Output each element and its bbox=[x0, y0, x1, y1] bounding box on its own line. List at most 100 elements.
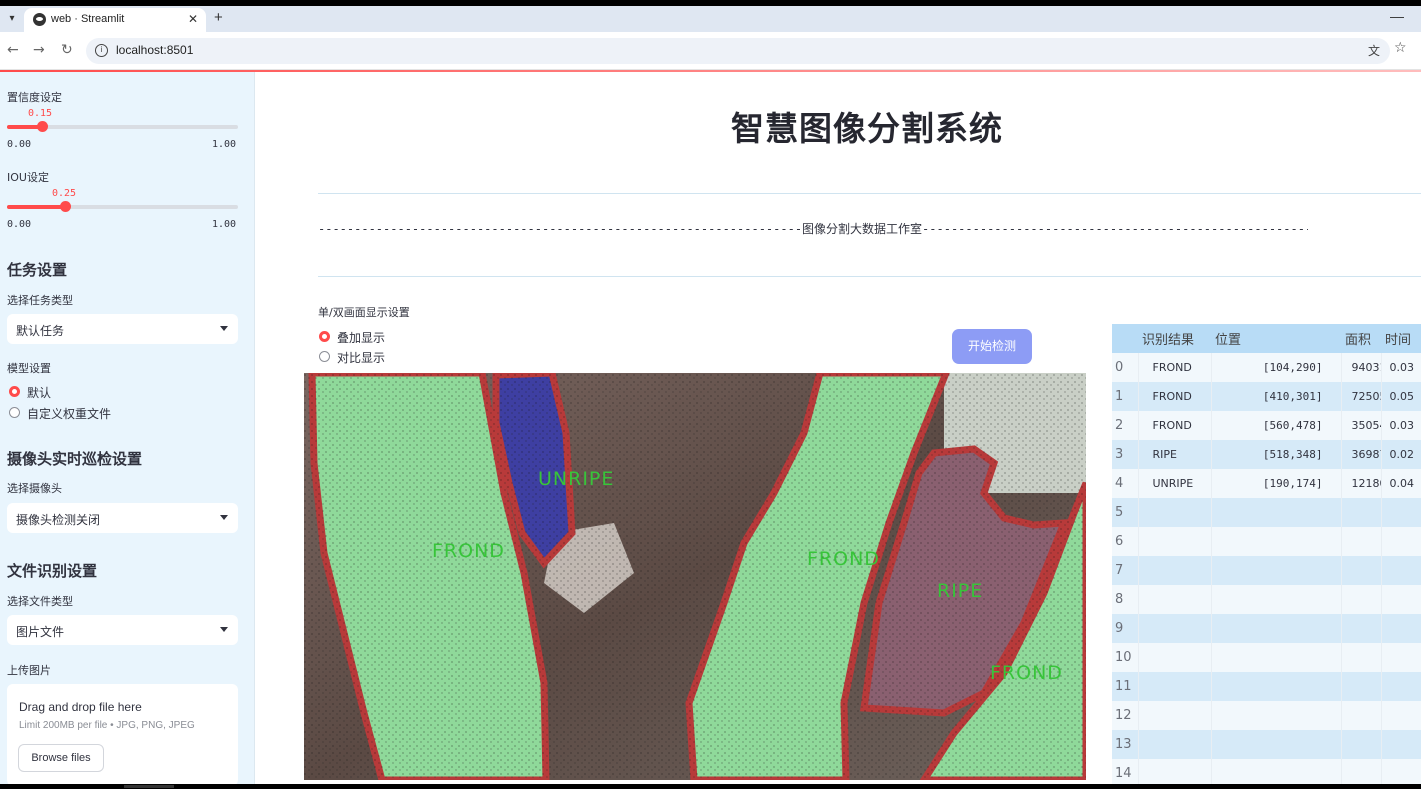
close-tab-icon[interactable]: ✕ bbox=[188, 12, 198, 26]
table-cell bbox=[1341, 498, 1382, 527]
table-cell bbox=[1138, 527, 1212, 556]
radio-unchecked-icon[interactable] bbox=[319, 351, 330, 362]
table-cell bbox=[1381, 498, 1421, 527]
table-row[interactable]: 11 bbox=[1112, 672, 1421, 701]
table-cell: 12180 bbox=[1341, 469, 1382, 498]
confidence-slider-thumb[interactable] bbox=[36, 121, 48, 132]
minimize-window-icon[interactable]: — bbox=[1390, 8, 1404, 24]
table-cell: 13 bbox=[1112, 730, 1139, 759]
table-row[interactable]: 10 bbox=[1112, 643, 1421, 672]
header-position[interactable]: 位置 bbox=[1211, 324, 1341, 353]
table-cell: 3 bbox=[1112, 440, 1139, 469]
url-text[interactable]: localhost:8501 bbox=[116, 43, 193, 57]
table-row[interactable]: 3RIPE[518,348]369870.02 bbox=[1112, 440, 1421, 469]
streamlit-favicon-icon bbox=[33, 13, 46, 26]
display-option-label: 对比显示 bbox=[337, 351, 386, 365]
upload-label: 上传图片 bbox=[7, 664, 51, 677]
table-row[interactable]: 9 bbox=[1112, 614, 1421, 643]
table-cell bbox=[1138, 730, 1212, 759]
browser-window: ▾ web · Streamlit ✕ + — ← → ↻ i localhos… bbox=[0, 6, 1421, 784]
results-table[interactable]: 识别结果 位置 面积 时间 0FROND[104,290]940310.031F… bbox=[1112, 324, 1421, 784]
iou-value: 0.25 bbox=[52, 188, 77, 199]
table-row[interactable]: 12 bbox=[1112, 701, 1421, 730]
browser-tab[interactable]: web · Streamlit ✕ bbox=[24, 8, 206, 32]
camera-select[interactable]: 摄像头检测关闭 bbox=[7, 503, 238, 533]
task-type-value: 默认任务 bbox=[16, 324, 65, 338]
table-cell: UNRIPE bbox=[1138, 469, 1212, 498]
header-area[interactable]: 面积 bbox=[1341, 324, 1381, 353]
taskbar-segment bbox=[124, 785, 174, 788]
table-cell: FROND bbox=[1138, 353, 1212, 382]
site-info-icon[interactable]: i bbox=[95, 44, 108, 57]
taskbar-strip bbox=[0, 784, 1421, 789]
table-cell: 0.05 bbox=[1381, 382, 1421, 411]
table-header-row: 识别结果 位置 面积 时间 bbox=[1112, 324, 1421, 353]
confidence-slider[interactable] bbox=[7, 121, 238, 132]
radio-unchecked-icon[interactable] bbox=[9, 407, 20, 418]
table-row[interactable]: 1FROND[410,301]725050.05 bbox=[1112, 382, 1421, 411]
table-cell bbox=[1138, 614, 1212, 643]
header-time[interactable]: 时间 bbox=[1381, 324, 1421, 353]
studio-banner: ----------------------------------------… bbox=[318, 222, 1308, 236]
table-cell: 0 bbox=[1112, 353, 1139, 382]
bookmark-star-icon[interactable]: ☆ bbox=[1394, 40, 1407, 56]
tab-bar: ▾ web · Streamlit ✕ + — bbox=[0, 6, 1421, 32]
table-cell bbox=[1138, 672, 1212, 701]
header-result[interactable]: 识别结果 bbox=[1138, 324, 1211, 353]
table-row[interactable]: 14 bbox=[1112, 759, 1421, 784]
table-row[interactable]: 5 bbox=[1112, 498, 1421, 527]
forward-icon[interactable]: → bbox=[33, 42, 45, 58]
reload-icon[interactable]: ↻ bbox=[61, 42, 73, 58]
page-title: 智慧图像分割系统 bbox=[731, 109, 1003, 148]
tab-search-icon[interactable]: ▾ bbox=[4, 11, 20, 27]
table-body: 0FROND[104,290]940310.031FROND[410,301]7… bbox=[1112, 353, 1421, 784]
start-detection-button[interactable]: 开始检测 bbox=[952, 329, 1032, 364]
new-tab-icon[interactable]: + bbox=[214, 9, 223, 26]
table-row[interactable]: 6 bbox=[1112, 527, 1421, 556]
table-cell bbox=[1381, 527, 1421, 556]
table-cell bbox=[1381, 585, 1421, 614]
confidence-label: 置信度设定 bbox=[7, 91, 62, 104]
iou-slider-thumb[interactable] bbox=[59, 201, 71, 212]
table-cell: 2 bbox=[1112, 411, 1139, 440]
table-cell: 10 bbox=[1112, 643, 1139, 672]
table-cell: 0.04 bbox=[1381, 469, 1421, 498]
table-cell: [190,174] bbox=[1211, 469, 1342, 498]
table-cell bbox=[1211, 672, 1342, 701]
table-cell bbox=[1211, 527, 1342, 556]
table-row[interactable]: 4UNRIPE[190,174]121800.04 bbox=[1112, 469, 1421, 498]
browse-files-button[interactable]: Browse files bbox=[18, 744, 104, 772]
file-dropzone[interactable]: Drag and drop file here Limit 200MB per … bbox=[7, 684, 238, 784]
table-cell bbox=[1341, 730, 1382, 759]
table-cell bbox=[1138, 556, 1212, 585]
table-cell: 8 bbox=[1112, 585, 1139, 614]
table-row[interactable]: 2FROND[560,478]350540.03 bbox=[1112, 411, 1421, 440]
table-cell bbox=[1341, 585, 1382, 614]
label-ripe: RIPE bbox=[937, 580, 983, 602]
table-cell bbox=[1381, 730, 1421, 759]
file-type-select[interactable]: 图片文件 bbox=[7, 615, 238, 645]
header-index[interactable] bbox=[1112, 324, 1138, 353]
translate-icon[interactable]: 文 bbox=[1368, 42, 1380, 59]
back-icon[interactable]: ← bbox=[7, 42, 19, 58]
chevron-down-icon bbox=[220, 326, 228, 331]
table-row[interactable]: 0FROND[104,290]940310.03 bbox=[1112, 353, 1421, 382]
radio-checked-icon[interactable] bbox=[319, 331, 330, 342]
url-field[interactable]: i localhost:8501 bbox=[86, 38, 1390, 64]
table-row[interactable]: 13 bbox=[1112, 730, 1421, 759]
table-row[interactable]: 7 bbox=[1112, 556, 1421, 585]
table-cell: 94031 bbox=[1341, 353, 1382, 382]
divider-top bbox=[318, 193, 1421, 194]
table-cell: [518,348] bbox=[1211, 440, 1342, 469]
camera-label: 选择摄像头 bbox=[7, 482, 62, 495]
tab-title: web · Streamlit bbox=[51, 13, 125, 25]
table-cell: 0.03 bbox=[1381, 353, 1421, 382]
table-cell: 72505 bbox=[1341, 382, 1382, 411]
table-row[interactable]: 8 bbox=[1112, 585, 1421, 614]
table-cell bbox=[1211, 556, 1342, 585]
display-mode-label: 单/双画面显示设置 bbox=[318, 306, 410, 319]
iou-min: 0.00 bbox=[7, 219, 32, 230]
task-type-select[interactable]: 默认任务 bbox=[7, 314, 238, 344]
iou-slider[interactable] bbox=[7, 201, 238, 212]
radio-checked-icon[interactable] bbox=[9, 386, 20, 397]
